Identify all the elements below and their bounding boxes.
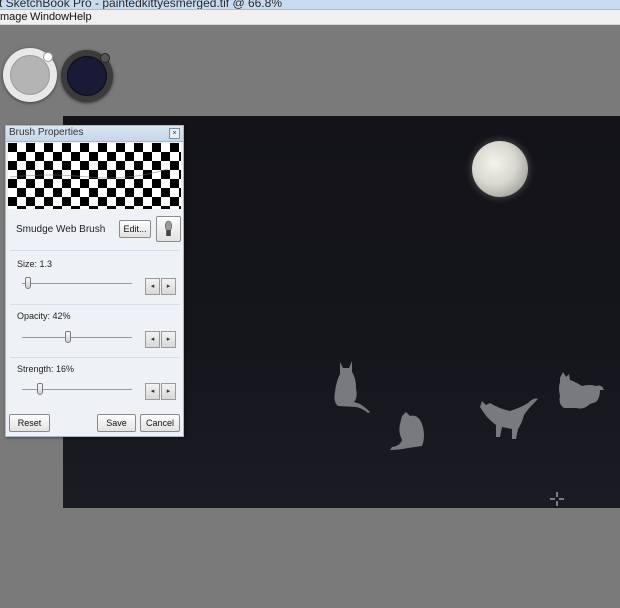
size-slider-thumb[interactable] — [24, 277, 31, 289]
title-bar: t SketchBook Pro - paintedkittyesmerged.… — [0, 0, 620, 10]
sitting-cat-painting — [334, 361, 370, 413]
size-label: Size: 1.3 — [17, 259, 53, 269]
menu-window[interactable]: Window — [30, 10, 69, 24]
strength-increase-icon[interactable]: ▸ — [161, 383, 176, 400]
brush-selector-row: Smudge Web Brush Edit... — [6, 213, 183, 249]
brush-properties-panel: Brush Properties × Smudge Web Brush Edit… — [5, 125, 184, 437]
resting-cat-painting — [559, 372, 604, 409]
opacity-slider-thumb[interactable] — [65, 331, 72, 343]
size-stepper: ◂ ▸ — [145, 278, 176, 295]
size-increase-icon[interactable]: ▸ — [161, 278, 176, 295]
strength-slider-thumb[interactable] — [36, 383, 43, 395]
stretching-cat-painting — [480, 398, 538, 439]
opacity-decrease-icon[interactable]: ◂ — [145, 331, 160, 348]
reset-button[interactable]: Reset — [9, 414, 50, 432]
crosshair-cursor-icon — [550, 492, 564, 506]
puck-knob-icon[interactable] — [100, 53, 110, 63]
opacity-section: Opacity: 42% ◂ ▸ — [10, 304, 180, 358]
puck-knob-icon[interactable] — [43, 52, 53, 62]
brush-name: Smudge Web Brush — [16, 224, 106, 235]
secondary-color-puck[interactable] — [61, 50, 113, 102]
primary-color-puck[interactable] — [3, 48, 57, 102]
opacity-slider-track[interactable] — [22, 337, 132, 338]
panel-title-bar[interactable]: Brush Properties × — [6, 126, 183, 142]
strength-stepper: ◂ ▸ — [145, 383, 176, 400]
brush-tip-icon — [165, 220, 173, 236]
menu-help[interactable]: Help — [69, 10, 92, 24]
moon-painting — [472, 141, 528, 197]
size-section: Size: 1.3 ◂ ▸ — [10, 250, 180, 305]
menu-image[interactable]: mage — [0, 10, 28, 24]
edit-brush-button[interactable]: Edit... — [119, 220, 151, 238]
opacity-increase-icon[interactable]: ▸ — [161, 331, 176, 348]
grooming-cat-painting — [390, 412, 424, 450]
brush-icon[interactable] — [156, 216, 181, 242]
menu-bar: mage Window Help — [0, 10, 620, 25]
opacity-label: Opacity: 42% — [17, 311, 71, 321]
opacity-stepper: ◂ ▸ — [145, 331, 176, 348]
window-title: t SketchBook Pro - paintedkittyesmerged.… — [0, 0, 282, 10]
close-icon[interactable]: × — [169, 128, 180, 139]
strength-decrease-icon[interactable]: ◂ — [145, 383, 160, 400]
strength-label: Strength: 16% — [17, 364, 75, 374]
panel-title: Brush Properties — [9, 127, 84, 138]
size-decrease-icon[interactable]: ◂ — [145, 278, 160, 295]
cancel-button[interactable]: Cancel — [140, 414, 180, 432]
strength-section: Strength: 16% ◂ ▸ — [10, 357, 180, 408]
save-button[interactable]: Save — [97, 414, 136, 432]
size-slider-track[interactable] — [22, 283, 132, 284]
brush-stroke-preview — [8, 143, 181, 209]
